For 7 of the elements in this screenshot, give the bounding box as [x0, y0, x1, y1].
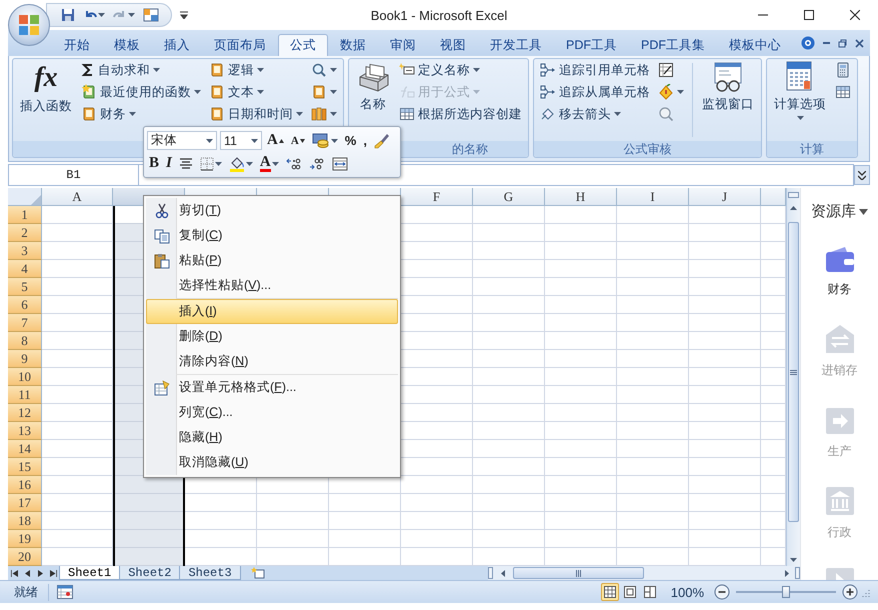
group-label: 的名称 [452, 142, 488, 156]
group-label: 计算 [800, 142, 824, 156]
fx-icon: fx [34, 61, 58, 95]
zoom-level: 100% [670, 584, 704, 600]
window-title: Book1 - Microsoft Excel [370, 8, 508, 22]
group-label: 公式审核 [624, 142, 672, 156]
status-text: 就绪 [8, 584, 49, 600]
